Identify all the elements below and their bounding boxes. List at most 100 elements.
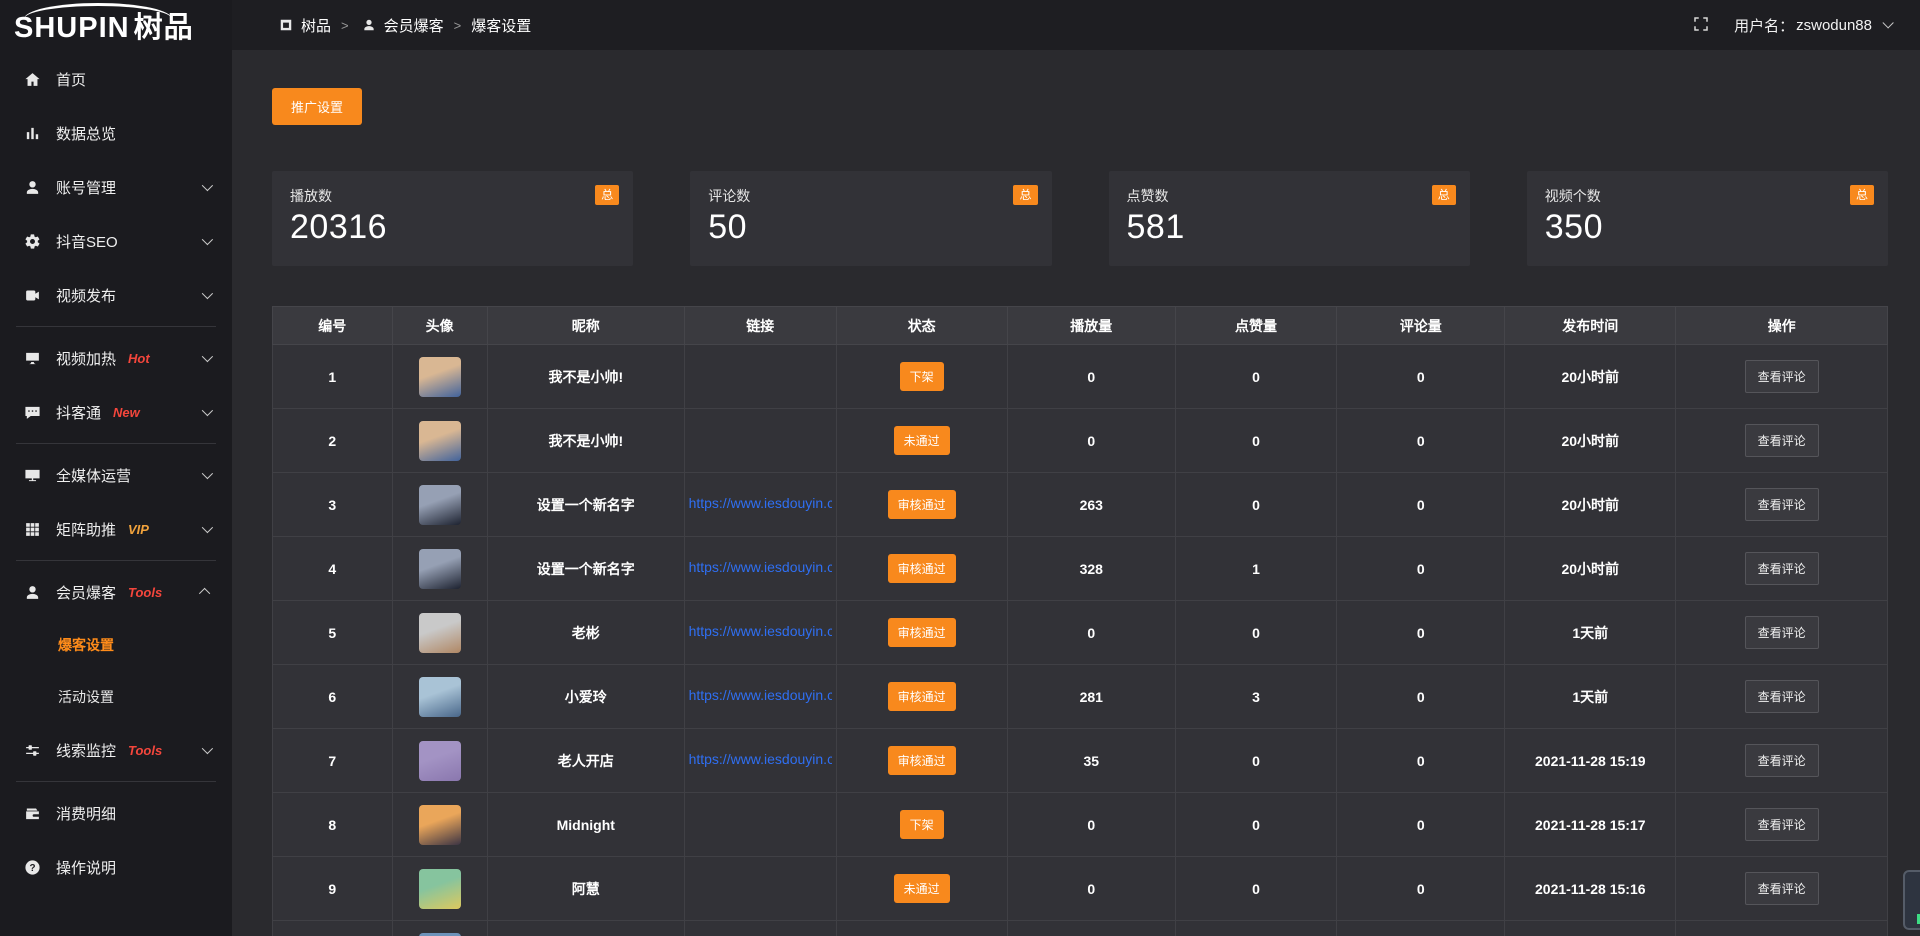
sidebar-item[interactable]: 视频发布	[0, 268, 232, 322]
avatar	[419, 869, 461, 909]
table-row: 2 我不是小帅! 未通过 0 0 0 20小时前 查看评论	[273, 409, 1888, 473]
view-comments-button[interactable]: 查看评论	[1745, 872, 1819, 905]
cell-nickname: 我不是小帅!	[487, 345, 684, 409]
video-link[interactable]: https://www.iesdouyin.c	[689, 687, 832, 703]
sidebar-item[interactable]: 抖客通 New	[0, 385, 232, 439]
stat-value: 581	[1127, 208, 1452, 247]
stat-cards: 播放数 20316 总 评论数 50 总 点赞数 581 总 视频个数 350 …	[272, 171, 1888, 266]
breadcrumb-item-current: 爆客设置	[471, 15, 531, 36]
video-link[interactable]: https://www.iesdouyin.c	[689, 495, 832, 511]
table-row: 4 设置一个新名字 https://www.iesdouyin.c 审核通过 3…	[273, 537, 1888, 601]
total-badge: 总	[1013, 185, 1037, 205]
sidebar-item[interactable]: 会员爆客 Tools	[0, 565, 232, 619]
cell-id: 1	[273, 345, 393, 409]
sidebar-item-label: 操作说明	[56, 857, 116, 878]
sidebar-item[interactable]: 全媒体运营	[0, 448, 232, 502]
view-comments-button[interactable]: 查看评论	[1745, 680, 1819, 713]
status-badge[interactable]: 审核通过	[888, 618, 956, 647]
chart-icon	[22, 124, 42, 142]
promo-settings-button[interactable]: 推广设置	[272, 88, 362, 125]
sidebar-item-label: 抖客通	[56, 402, 101, 423]
view-comments-button[interactable]: 查看评论	[1745, 616, 1819, 649]
stat-card: 点赞数 581 总	[1109, 171, 1470, 266]
sidebar-divider	[16, 560, 216, 561]
breadcrumb-item-section[interactable]: 会员爆客	[359, 15, 444, 36]
column-header: 播放量	[1007, 307, 1175, 345]
cell-plays: 328	[1007, 537, 1175, 601]
status-badge[interactable]: 下架	[900, 810, 944, 839]
stat-value: 350	[1545, 208, 1870, 247]
monitor-icon	[22, 466, 42, 484]
brand-logo[interactable]: SHUPIN树品	[0, 0, 232, 50]
cell-comments: 0	[1337, 793, 1505, 857]
cell-likes: 0	[1175, 409, 1337, 473]
floating-widget[interactable]	[1903, 870, 1920, 930]
cell-time: 20小时前	[1505, 345, 1676, 409]
cell-id: 6	[273, 665, 393, 729]
status-badge[interactable]: 未通过	[894, 426, 950, 455]
user-icon	[22, 178, 42, 196]
fullscreen-icon[interactable]	[1692, 15, 1712, 35]
status-badge[interactable]: 审核通过	[888, 490, 956, 519]
sidebar-subitem[interactable]: 活动设置	[0, 671, 232, 723]
status-badge[interactable]: 审核通过	[888, 682, 956, 711]
status-badge[interactable]: 审核通过	[888, 554, 956, 583]
chevron-down-icon	[202, 180, 213, 191]
view-comments-button[interactable]: 查看评论	[1745, 424, 1819, 457]
column-header: 编号	[273, 307, 393, 345]
sidebar-item[interactable]: 抖音SEO	[0, 214, 232, 268]
status-badge[interactable]: 审核通过	[888, 746, 956, 775]
table-header-row: 编号头像昵称链接状态播放量点赞量评论量发布时间操作	[273, 307, 1888, 345]
sidebar-divider	[16, 781, 216, 782]
user-menu[interactable]: 用户名：zswodun88	[1734, 15, 1890, 36]
status-badge[interactable]: 下架	[900, 362, 944, 391]
sidebar-item[interactable]: 账号管理	[0, 160, 232, 214]
view-comments-button[interactable]: 查看评论	[1745, 360, 1819, 393]
sidebar-item[interactable]: 消费明细	[0, 786, 232, 840]
question-icon: ?	[22, 858, 42, 876]
user-icon	[22, 583, 42, 601]
video-link[interactable]: https://www.iesdouyin.c	[689, 751, 832, 767]
total-badge: 总	[1432, 185, 1456, 205]
cell-comments	[1337, 921, 1505, 936]
breadcrumb-separator: >	[341, 18, 349, 33]
cell-plays: 0	[1007, 345, 1175, 409]
cell-id: 7	[273, 729, 393, 793]
chevron-down-icon	[202, 468, 213, 479]
chevron-down-icon	[202, 351, 213, 362]
sidebar-item-label: 全媒体运营	[56, 465, 131, 486]
sidebar-item[interactable]: 视频加热 Hot	[0, 331, 232, 385]
cell-nickname	[487, 921, 684, 936]
video-link[interactable]: https://www.iesdouyin.c	[689, 623, 832, 639]
cell-id: 8	[273, 793, 393, 857]
user-icon	[359, 16, 379, 34]
cell-likes: 0	[1175, 345, 1337, 409]
sidebar-item[interactable]: 数据总览	[0, 106, 232, 160]
breadcrumb-item-home[interactable]: 树品	[276, 15, 331, 36]
sidebar-item[interactable]: ? 操作说明	[0, 840, 232, 894]
status-badge[interactable]: 未通过	[894, 874, 950, 903]
sidebar-item-badge: Tools	[128, 585, 162, 600]
sidebar-item-label: 视频发布	[56, 285, 116, 306]
view-comments-button[interactable]: 查看评论	[1745, 488, 1819, 521]
sliders-icon	[22, 741, 42, 759]
sidebar-item[interactable]: 线索监控 Tools	[0, 723, 232, 777]
view-comments-button[interactable]: 查看评论	[1745, 552, 1819, 585]
table-row	[273, 921, 1888, 936]
stat-value: 50	[708, 208, 1033, 247]
view-comments-button[interactable]: 查看评论	[1745, 744, 1819, 777]
stat-label: 点赞数	[1127, 186, 1452, 206]
avatar	[419, 613, 461, 653]
sidebar-item[interactable]: 首页	[0, 52, 232, 106]
view-comments-button[interactable]: 查看评论	[1745, 808, 1819, 841]
sidebar-subitem-active[interactable]: 爆客设置	[0, 619, 232, 671]
sidebar-divider	[16, 443, 216, 444]
square-icon	[276, 16, 296, 34]
cell-plays: 0	[1007, 857, 1175, 921]
column-header: 状态	[836, 307, 1007, 345]
cell-likes: 0	[1175, 601, 1337, 665]
sidebar-item[interactable]: 矩阵助推 VIP	[0, 502, 232, 556]
sidebar-item-label: 抖音SEO	[56, 231, 118, 252]
video-link[interactable]: https://www.iesdouyin.c	[689, 559, 832, 575]
avatar	[419, 357, 461, 397]
